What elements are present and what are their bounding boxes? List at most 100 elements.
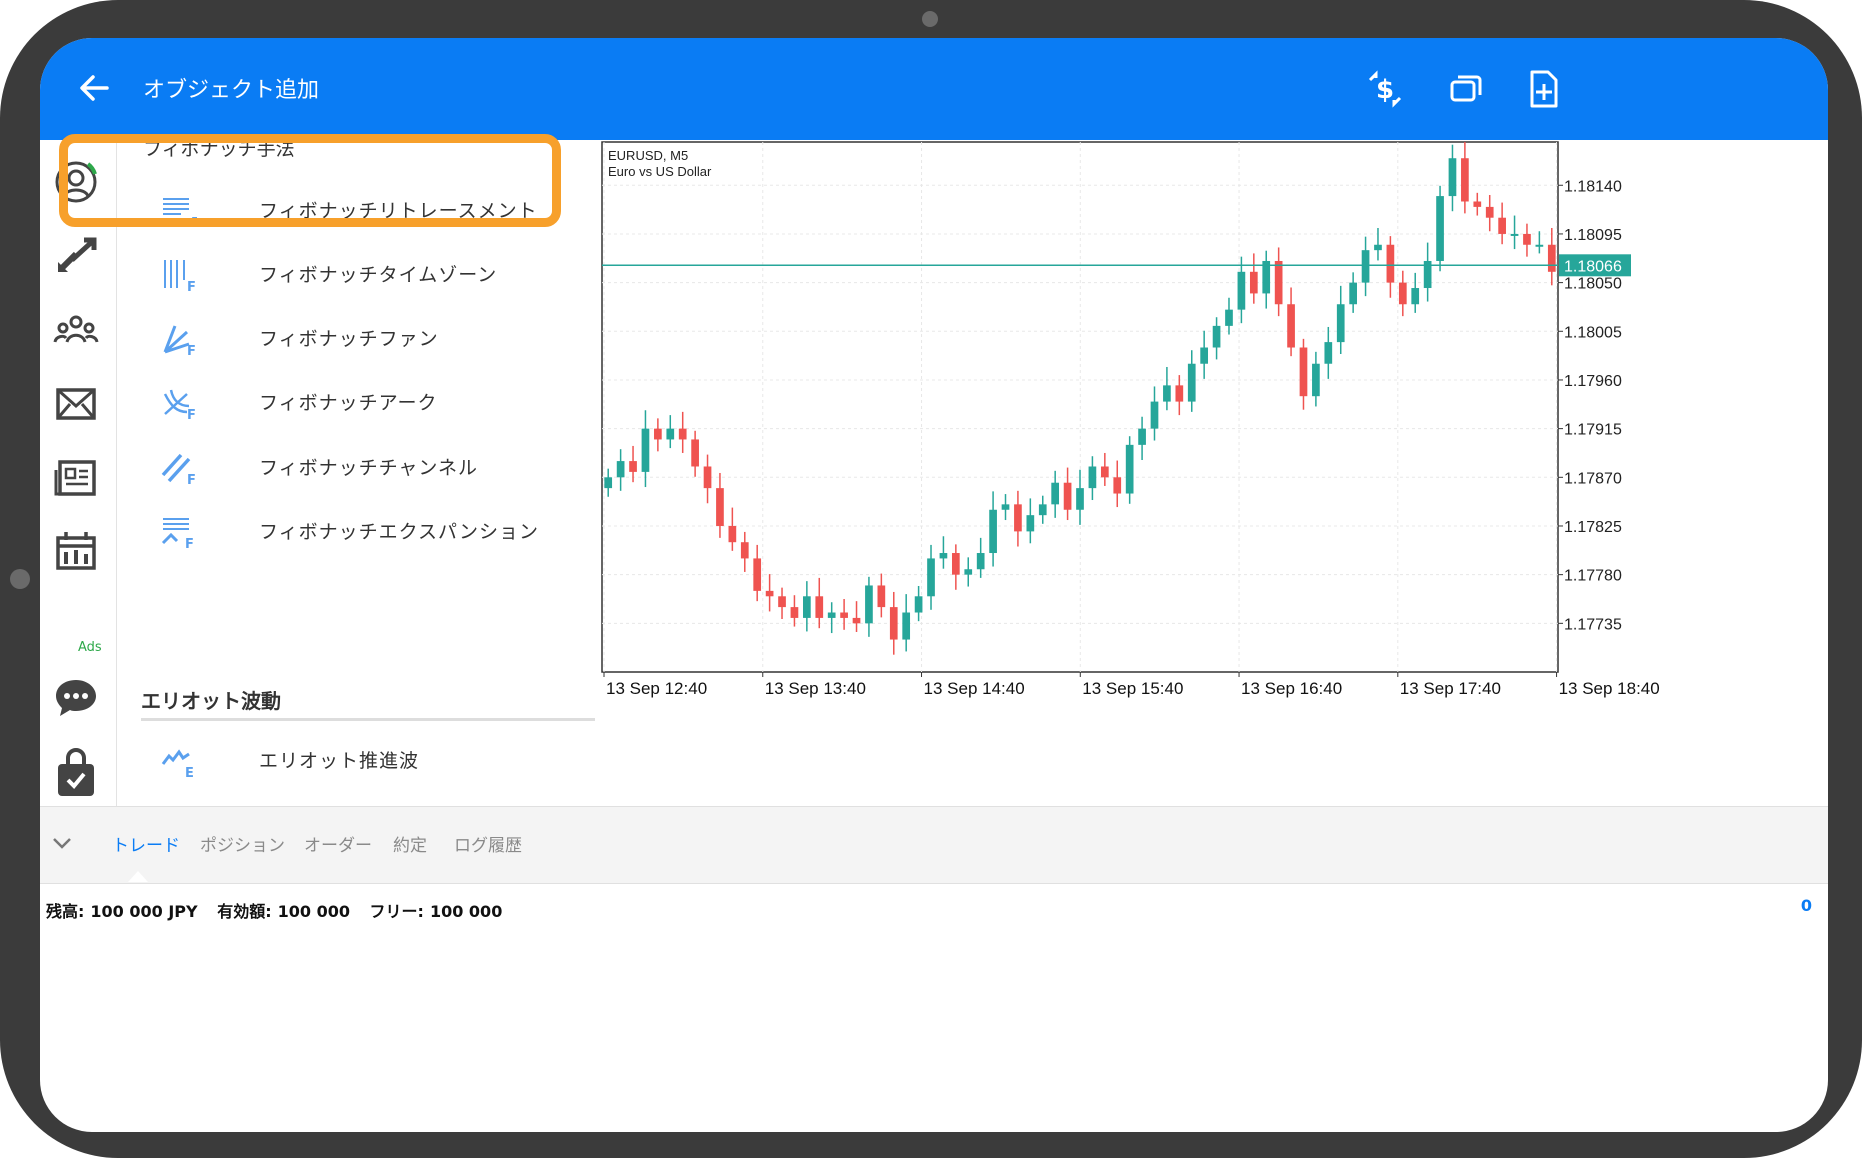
candle-body: [889, 607, 898, 640]
time-tick-label: 13 Sep 16:40: [1241, 679, 1342, 698]
price-tick-label: 1.18140: [1564, 178, 1622, 195]
time-tick-label: 13 Sep 13:40: [765, 679, 866, 698]
candle-body: [1113, 477, 1122, 494]
candle-body: [778, 596, 786, 608]
candle-body: [1038, 504, 1047, 516]
candle-body: [1063, 482, 1072, 510]
candle-body: [1299, 347, 1308, 397]
candle-body: [1163, 385, 1171, 402]
price-tick-label: 1.17780: [1564, 568, 1622, 585]
tab-positions[interactable]: ポジション: [200, 831, 285, 856]
candle-body: [927, 558, 935, 597]
list-item-elliott-impulse[interactable]: E エリオット推進波: [117, 722, 595, 798]
price-chart[interactable]: 1.18140 1.18095 1.18050 1.18005 1.17960 1.179…: [600, 140, 1828, 806]
candle-body: [1150, 401, 1159, 429]
svg-text:E: E: [185, 766, 194, 778]
candle-body: [815, 596, 824, 618]
candle-body: [1312, 363, 1320, 397]
candle-body: [964, 569, 973, 575]
candle-body: [1237, 271, 1246, 310]
ads-label: Ads: [78, 640, 102, 655]
candle-body: [1014, 504, 1022, 532]
tab-orders[interactable]: オーダー: [304, 831, 372, 856]
candle-body: [728, 525, 737, 543]
chat-icon[interactable]: [50, 672, 102, 724]
active-tab-marker: [128, 871, 148, 882]
candle-body: [1535, 244, 1544, 247]
windows-icon[interactable]: [1444, 68, 1486, 110]
trade-arrows-icon[interactable]: [50, 230, 102, 282]
candle-body: [1212, 325, 1221, 348]
candle-body: [1225, 309, 1233, 326]
app-bar: オブジェクト追加 $: [40, 38, 1828, 140]
community-icon[interactable]: [50, 304, 102, 356]
candle-body: [1361, 250, 1370, 283]
add-file-icon[interactable]: [1522, 68, 1564, 110]
candle-body: [1473, 201, 1482, 207]
terminal-tabs: トレード ポジション オーダー 約定 ログ履歴: [40, 806, 1828, 884]
candle-body: [1076, 488, 1084, 510]
candle-body: [1510, 233, 1519, 236]
object-list-panel: フィボナッチ手法 F フィボナッチリトレースメント F フィボナッチタイムゾーン: [117, 140, 595, 806]
candle-body: [1461, 158, 1469, 202]
list-item-label: フィボナッチタイムゾーン: [259, 264, 498, 286]
list-item-label: フィボナッチアーク: [259, 392, 438, 414]
balance-label: 残高:: [46, 902, 85, 921]
candle-body: [1374, 244, 1382, 251]
chevron-down-icon[interactable]: [50, 831, 74, 855]
calendar-icon[interactable]: [50, 526, 102, 578]
equity-value: 100 000: [277, 902, 350, 921]
fibo-timezone-icon: F: [164, 260, 196, 292]
list-item-fibo-expansion[interactable]: F フィボナッチエクスパンション: [117, 493, 595, 569]
price-tick-label: 1.17960: [1564, 373, 1622, 390]
candle-body: [877, 585, 886, 608]
candle-body: [1125, 444, 1134, 494]
mail-icon[interactable]: [50, 378, 102, 430]
candle-body: [678, 428, 687, 440]
candle-body: [1051, 482, 1060, 505]
candle-body: [740, 542, 749, 559]
tab-trade[interactable]: トレード: [112, 831, 180, 856]
candle-body: [716, 488, 724, 526]
price-axis: 1.18140 1.18095 1.18050 1.18005 1.17960 1.179…: [1558, 178, 1622, 633]
candle-body: [1349, 282, 1357, 305]
account-right-value: 0: [1800, 896, 1812, 915]
candle-body: [1324, 342, 1333, 364]
candle-body: [865, 585, 873, 624]
candle-body: [1100, 466, 1109, 478]
candle-body: [1249, 271, 1258, 294]
svg-text:F: F: [187, 473, 196, 485]
tab-log-history[interactable]: ログ履歴: [454, 831, 522, 856]
candle-body: [1498, 217, 1506, 234]
account-summary: 残高: 100 000 JPY 有効額: 100 000 フリー: 100 000: [46, 898, 508, 922]
candle-body: [604, 477, 613, 489]
candle-body: [827, 612, 836, 618]
candle-body: [1001, 504, 1010, 510]
chart-symbol: EURUSD, M5: [608, 148, 688, 163]
balance-value: 100 000 JPY: [90, 902, 198, 921]
time-axis: 13 Sep 12:40 13 Sep 13:40 13 Sep 14:40 13 S…: [603, 672, 1660, 698]
fibo-arc-icon: F: [163, 389, 196, 420]
trade-dollar-icon[interactable]: $: [1364, 68, 1406, 110]
candle-body: [951, 553, 960, 575]
candle-body: [616, 461, 625, 478]
candle-body: [1448, 158, 1457, 197]
page-title: オブジェクト追加: [143, 78, 320, 103]
svg-text:$: $: [1376, 75, 1394, 105]
back-arrow-icon[interactable]: [74, 68, 114, 108]
candle-body: [1138, 428, 1146, 445]
news-icon[interactable]: [50, 452, 102, 504]
chart-canvas[interactable]: 1.18140 1.18095 1.18050 1.18005 1.17960 1.179…: [600, 140, 1828, 806]
candle-body: [939, 553, 948, 559]
candle-body: [902, 612, 911, 640]
candle-body: [1026, 515, 1035, 532]
highlight-box: [59, 134, 561, 227]
tab-deals[interactable]: 約定: [393, 831, 427, 856]
section-title-elliott: エリオット波動: [141, 689, 281, 713]
fibo-channel-icon: F: [161, 453, 196, 485]
svg-text:F: F: [185, 537, 194, 549]
market-bag-icon[interactable]: [50, 748, 102, 800]
section-divider: [141, 718, 595, 721]
candle-body: [914, 596, 923, 613]
screenshot-frame: オブジェクト追加 $ Ads フィボナッチ手法 F フィボナッチリトレースメント…: [0, 0, 1862, 1158]
